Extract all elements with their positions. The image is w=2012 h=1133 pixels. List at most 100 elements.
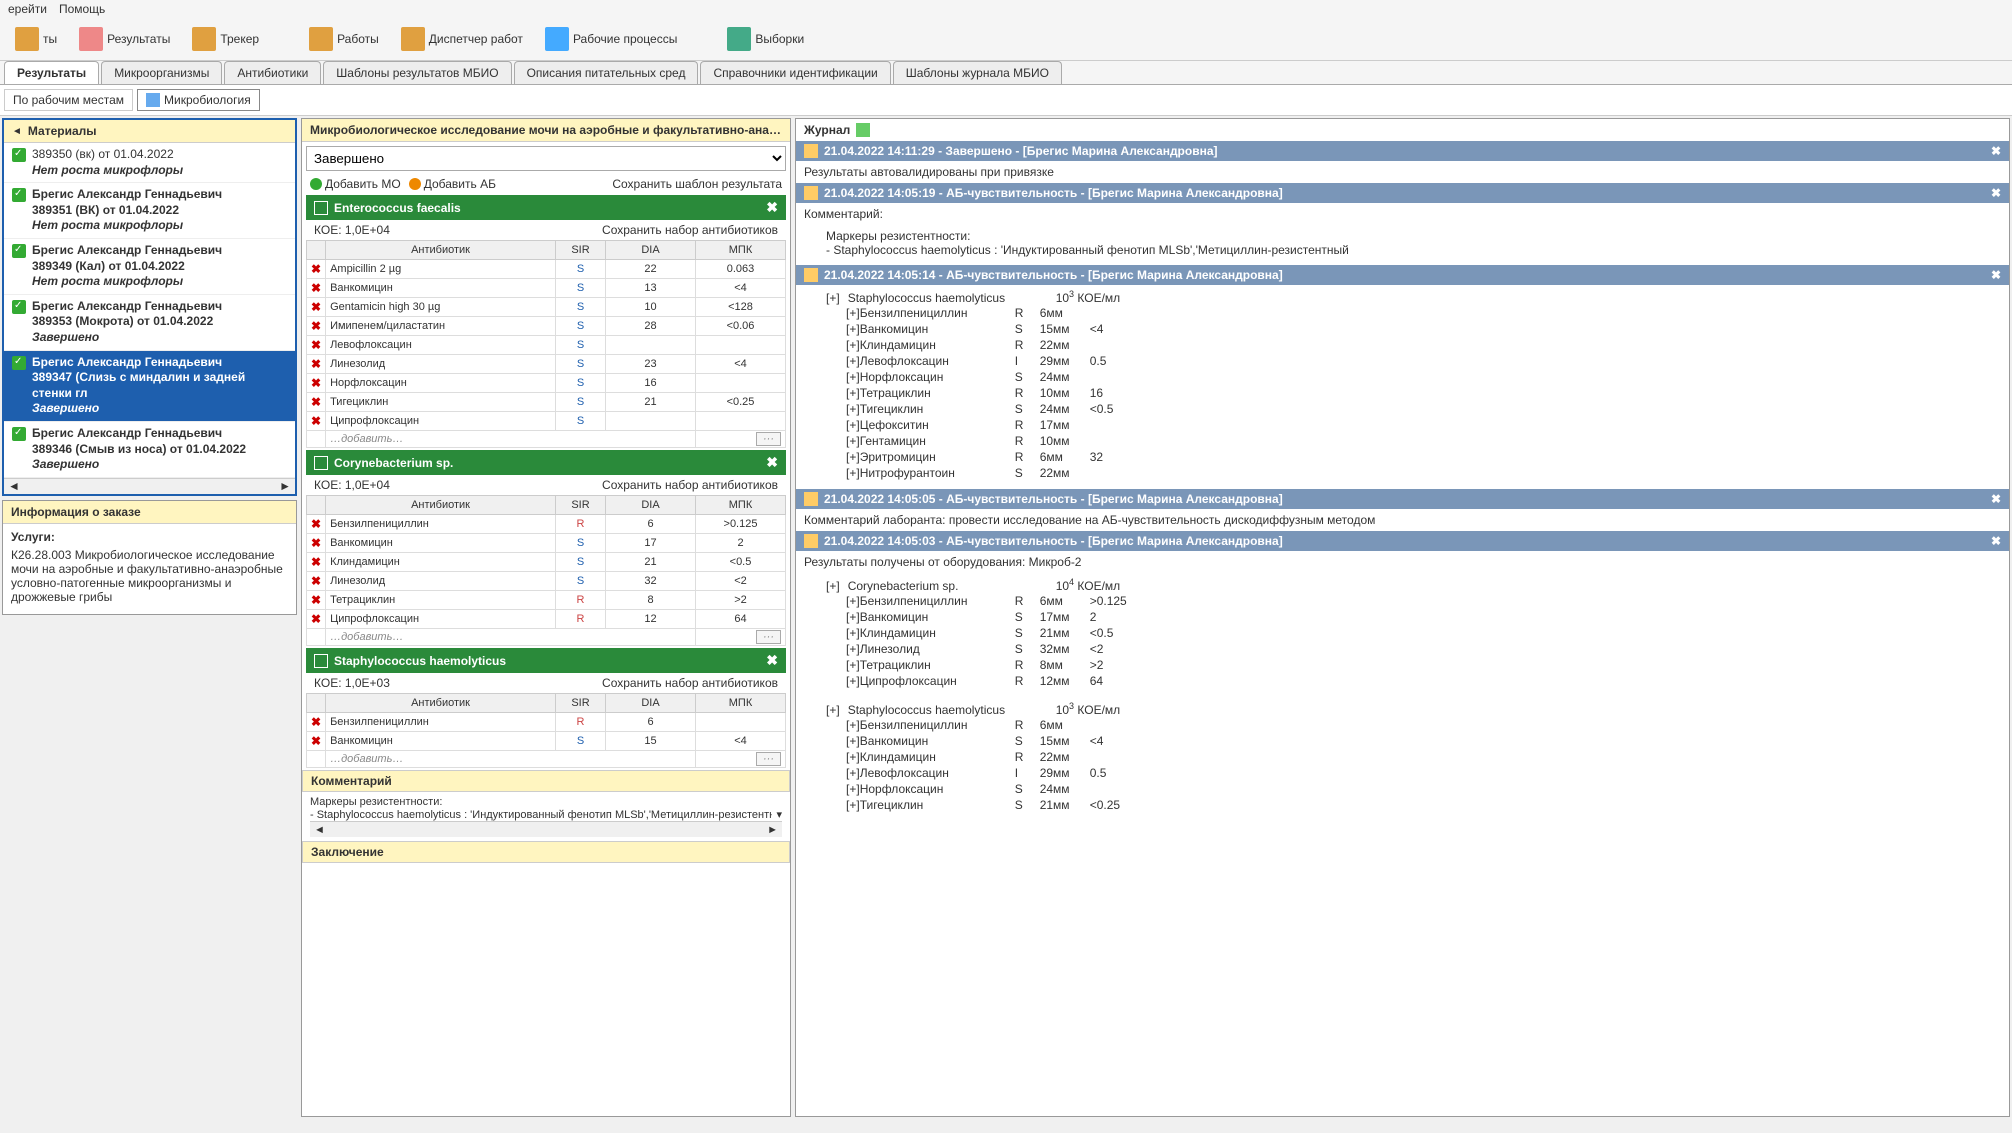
save-template-link[interactable]: Сохранить шаблон результата [612,177,782,191]
material-item[interactable]: 389350 (вк) от 01.04.2022Нет роста микро… [4,143,295,183]
close-icon[interactable]: ✖ [766,454,778,471]
close-icon[interactable]: ✖ [766,199,778,216]
more-button[interactable]: ··· [756,630,781,644]
add-ab-row[interactable]: …добавить…··· [307,629,786,646]
expand-icon[interactable]: [+] [846,782,860,796]
toolbar-jobs[interactable]: Работы [302,22,386,56]
ab-sir[interactable]: S [556,534,606,553]
delete-icon[interactable]: ✖ [311,536,321,550]
ab-sir[interactable]: S [556,732,606,751]
ab-dia[interactable]: 15 [606,732,696,751]
material-item[interactable]: Брегис Александр Геннадьевич389349 (Кал)… [4,239,295,295]
delete-icon[interactable]: ✖ [311,357,321,371]
close-icon[interactable]: ✖ [1991,144,2001,158]
org-checkbox[interactable] [314,201,328,215]
expand-icon[interactable]: [+] [826,291,840,305]
ab-sir[interactable]: S [556,553,606,572]
toolbar-tracker[interactable]: Трекер [185,22,266,56]
ab-sir[interactable]: S [556,412,606,431]
ab-dia[interactable]: 8 [606,591,696,610]
delete-icon[interactable]: ✖ [311,376,321,390]
expand-icon[interactable]: [+] [846,418,860,432]
tab-microorganisms[interactable]: Микроорганизмы [101,61,222,84]
ab-sir[interactable]: S [556,393,606,412]
expand-icon[interactable]: [+] [846,610,860,624]
close-icon[interactable]: ✖ [1991,492,2001,506]
expand-icon[interactable]: [+] [846,718,860,732]
save-ab-set-link[interactable]: Сохранить набор антибиотиков [602,478,778,492]
delete-icon[interactable]: ✖ [311,414,321,428]
expand-icon[interactable]: [+] [846,734,860,748]
toolbar-btn-1[interactable]: ты [8,22,64,56]
ab-sir[interactable]: S [556,572,606,591]
ab-sir[interactable]: S [556,374,606,393]
ab-mpk[interactable]: 64 [696,610,786,629]
delete-icon[interactable]: ✖ [311,338,321,352]
expand-icon[interactable]: [+] [826,703,840,717]
expand-icon[interactable]: [+] [846,402,860,416]
add-ab-row[interactable]: …добавить…··· [307,751,786,768]
subtab-microbiology[interactable]: Микробиология [137,89,260,111]
delete-icon[interactable]: ✖ [311,319,321,333]
expand-icon[interactable]: [+] [846,370,860,384]
expand-icon[interactable]: [+] [846,354,860,368]
h-scrollbar[interactable]: ◄► [310,821,782,837]
ab-mpk[interactable]: 0.063 [696,260,786,279]
expand-icon[interactable]: [+] [846,386,860,400]
ab-sir[interactable]: S [556,260,606,279]
ab-mpk[interactable] [696,374,786,393]
delete-icon[interactable]: ✖ [311,281,321,295]
expand-icon[interactable]: [+] [846,798,860,812]
ab-sir[interactable]: S [556,355,606,374]
ab-sir[interactable]: S [556,279,606,298]
ab-mpk[interactable]: <4 [696,279,786,298]
toolbar-selections[interactable]: Выборки [720,22,811,56]
expand-icon[interactable]: [+] [846,450,860,464]
expand-icon[interactable]: [+] [846,626,860,640]
delete-icon[interactable]: ✖ [311,395,321,409]
ab-mpk[interactable]: >0.125 [696,515,786,534]
expand-icon[interactable]: [+] [846,434,860,448]
add-mo-button[interactable]: Добавить МО [310,177,401,191]
ab-dia[interactable]: 17 [606,534,696,553]
delete-icon[interactable]: ✖ [311,262,321,276]
delete-icon[interactable]: ✖ [311,734,321,748]
more-button[interactable]: ··· [756,752,781,766]
ab-mpk[interactable]: <4 [696,355,786,374]
edit-icon[interactable] [804,534,818,548]
edit-icon[interactable] [804,144,818,158]
ab-dia[interactable]: 6 [606,713,696,732]
delete-icon[interactable]: ✖ [311,517,321,531]
subtab-by-workplace[interactable]: По рабочим местам [4,89,133,111]
ab-mpk[interactable]: <128 [696,298,786,317]
ab-dia[interactable]: 21 [606,553,696,572]
ab-sir[interactable]: S [556,298,606,317]
delete-icon[interactable]: ✖ [311,300,321,314]
edit-icon[interactable] [804,186,818,200]
expand-icon[interactable]: [+] [826,579,840,593]
add-ab-row[interactable]: …добавить…··· [307,431,786,448]
materials-list[interactable]: 389350 (вк) от 01.04.2022Нет роста микро… [4,143,295,478]
ab-dia[interactable] [606,412,696,431]
close-icon[interactable]: ✖ [766,652,778,669]
menu-goto[interactable]: ерейти [8,2,47,16]
expand-icon[interactable]: [+] [846,674,860,688]
tab-identification[interactable]: Справочники идентификации [700,61,890,84]
delete-icon[interactable]: ✖ [311,715,321,729]
expand-icon[interactable]: [+] [846,466,860,480]
menu-help[interactable]: Помощь [59,2,105,16]
toolbar-results[interactable]: Результаты [72,22,177,56]
save-ab-set-link[interactable]: Сохранить набор антибиотиков [602,676,778,690]
ab-dia[interactable] [606,336,696,355]
material-item[interactable]: Брегис Александр Геннадьевич389346 (Смыв… [4,422,295,478]
ab-mpk[interactable]: >2 [696,591,786,610]
ab-dia[interactable]: 16 [606,374,696,393]
close-icon[interactable]: ✖ [1991,186,2001,200]
chevron-left-icon[interactable]: ◄ [12,126,22,137]
ab-mpk[interactable]: <0.5 [696,553,786,572]
expand-icon[interactable]: [+] [846,642,860,656]
expand-icon[interactable]: [+] [846,306,860,320]
ab-mpk[interactable]: <0.06 [696,317,786,336]
tab-media-descriptions[interactable]: Описания питательных сред [514,61,699,84]
ab-dia[interactable]: 21 [606,393,696,412]
